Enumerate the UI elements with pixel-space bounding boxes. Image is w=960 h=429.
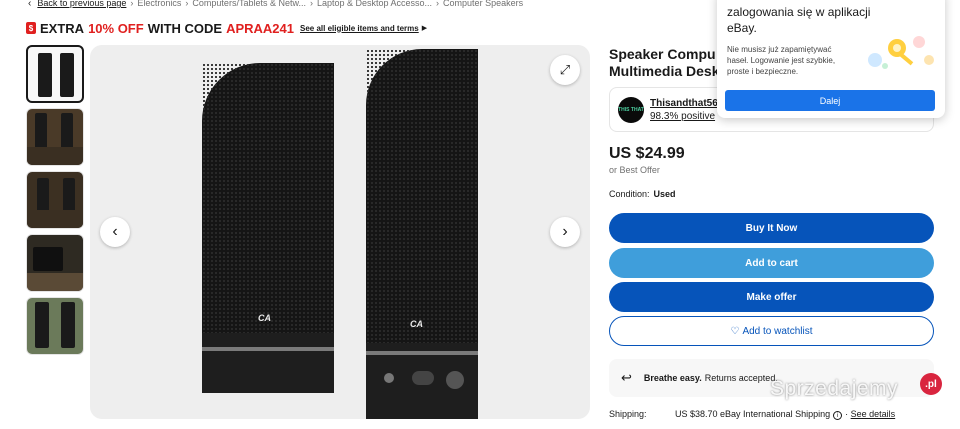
chevron-right-icon: › xyxy=(562,223,568,240)
chevron-left-icon: ‹ xyxy=(112,223,118,240)
condition: Condition: Used xyxy=(609,189,676,199)
breadcrumb-separator: › xyxy=(185,0,189,8)
info-icon[interactable]: i xyxy=(833,411,843,420)
breadcrumb-item-computers[interactable]: Computers/Tablets & Netw... xyxy=(192,0,306,8)
breadcrumb-separator: › xyxy=(309,0,313,8)
floor-shape xyxy=(27,147,83,165)
next-image-button[interactable]: › xyxy=(550,217,580,247)
speaker-shape xyxy=(33,247,63,271)
promo-code: APRAA241 xyxy=(226,20,294,36)
return-arrow-icon: ↩ xyxy=(621,370,632,385)
shipping-cost: US $38.70 xyxy=(675,409,718,419)
breadcrumb-item-laptop-accessories[interactable]: Laptop & Desktop Accesso... xyxy=(317,0,432,8)
thumbnail-3[interactable] xyxy=(26,171,84,229)
app-login-popup: zalogowania się w aplikacji eBay. Nie mu… xyxy=(717,0,945,118)
thumbnail-2[interactable] xyxy=(26,108,84,166)
speaker-grille xyxy=(202,63,334,333)
product-title-line-1: Speaker Compu xyxy=(609,46,716,62)
base-strip xyxy=(202,347,334,351)
buy-it-now-button[interactable]: Buy It Now xyxy=(609,213,934,243)
popup-body: Nie musisz już zapamiętywać haseł. Logow… xyxy=(727,45,836,76)
speaker-grille xyxy=(366,49,478,343)
breadcrumb: ‹ Back to previous page › Electronics › … xyxy=(28,0,523,10)
breadcrumb-item-electronics[interactable]: Electronics xyxy=(137,0,181,8)
tag-icon: $ xyxy=(26,22,36,34)
power-button xyxy=(412,371,434,385)
breadcrumb-separator: › xyxy=(130,0,134,8)
promo-text-with-code: WITH CODE xyxy=(147,20,223,36)
see-details-link[interactable]: See details xyxy=(851,409,896,419)
promo-banner: $ EXTRA 10% OFF WITH CODE APRAA241 See a… xyxy=(26,20,427,36)
speaker-logo-mark: CA xyxy=(410,319,423,329)
speaker-shape xyxy=(60,53,74,97)
seller-feedback-link[interactable]: 98.3% positive xyxy=(650,111,715,122)
promo-text-discount: 10% OFF xyxy=(88,20,144,36)
make-offer-button[interactable]: Make offer xyxy=(609,282,934,312)
speaker-shape xyxy=(35,302,49,348)
watermark-text: Sprzedajemy xyxy=(770,377,899,400)
popup-heading: zalogowania się w aplikacji eBay. xyxy=(727,4,877,36)
popup-heading-line-1: zalogowania się w aplikacji xyxy=(727,5,871,19)
best-offer-label: or Best Offer xyxy=(609,165,660,175)
product-title: Speaker Compu Multimedia Desk xyxy=(609,46,719,80)
shipping-value: US $38.70 eBay International Shipping i · … xyxy=(675,409,895,420)
shipping-label: Shipping: xyxy=(609,409,647,419)
speaker-logo-mark: CA xyxy=(258,313,271,323)
speaker-shape xyxy=(61,302,75,348)
volume-knob xyxy=(446,371,464,389)
floor-shape xyxy=(27,210,83,228)
speaker-right: CA xyxy=(366,49,478,343)
speaker-shape xyxy=(38,53,52,97)
add-to-watchlist-label: Add to watchlist xyxy=(742,325,813,337)
thumbnail-5[interactable] xyxy=(26,297,84,355)
price: US $24.99 xyxy=(609,145,685,162)
arrow-right-icon: ▶ xyxy=(421,25,428,32)
base-strip xyxy=(366,351,478,355)
thumbnail-1[interactable] xyxy=(26,45,84,103)
eligible-items-link[interactable]: See all eligible items and terms xyxy=(300,24,419,33)
add-to-watchlist-button[interactable]: ♡ Add to watchlist xyxy=(609,316,934,346)
speaker-shape xyxy=(37,178,49,214)
promo-text-extra: EXTRA xyxy=(40,20,85,36)
breadcrumb-item-computer-speakers[interactable]: Computer Speakers xyxy=(443,0,523,8)
shipping-service: eBay International Shipping xyxy=(720,409,831,419)
add-to-cart-button[interactable]: Add to cart xyxy=(609,248,934,278)
heart-icon: ♡ xyxy=(730,325,740,337)
expand-image-button[interactable]: ⤢ xyxy=(550,55,580,85)
thumbnail-4[interactable] xyxy=(26,234,84,292)
speaker-right-base xyxy=(366,343,478,419)
main-product-image[interactable]: CA CA ‹ › ⤢ xyxy=(90,45,590,419)
chevron-left-icon: ‹ xyxy=(28,0,32,9)
key-illustration-icon xyxy=(868,36,934,69)
popup-heading-line-2: eBay. xyxy=(727,21,757,35)
thumbnail-list xyxy=(26,45,86,360)
watermark-badge: .pl xyxy=(920,373,942,395)
speaker-shape xyxy=(63,178,75,214)
product-title-line-2: Multimedia Desk xyxy=(609,63,719,79)
previous-image-button[interactable]: ‹ xyxy=(100,217,130,247)
headphone-jack xyxy=(384,373,394,383)
seller-avatar[interactable]: THIS THAT xyxy=(618,97,644,123)
returns-accepted-text: Returns accepted. xyxy=(704,373,778,383)
seller-name-link[interactable]: Thisandthat564 xyxy=(650,98,723,109)
breadcrumb-separator: › xyxy=(436,0,440,8)
shipping-row: Shipping: US $38.70 eBay International S… xyxy=(609,409,895,420)
speaker-left: CA xyxy=(202,63,334,333)
floor-shape xyxy=(27,273,83,291)
expand-icon: ⤢ xyxy=(559,62,571,77)
popup-continue-button[interactable]: Dalej xyxy=(725,90,935,111)
back-to-previous-link[interactable]: Back to previous page xyxy=(37,0,126,8)
speaker-left-base xyxy=(202,333,334,393)
condition-value: Used xyxy=(653,189,676,199)
condition-label: Condition: xyxy=(609,189,650,199)
breathe-easy-bold: Breathe easy. xyxy=(643,373,702,383)
